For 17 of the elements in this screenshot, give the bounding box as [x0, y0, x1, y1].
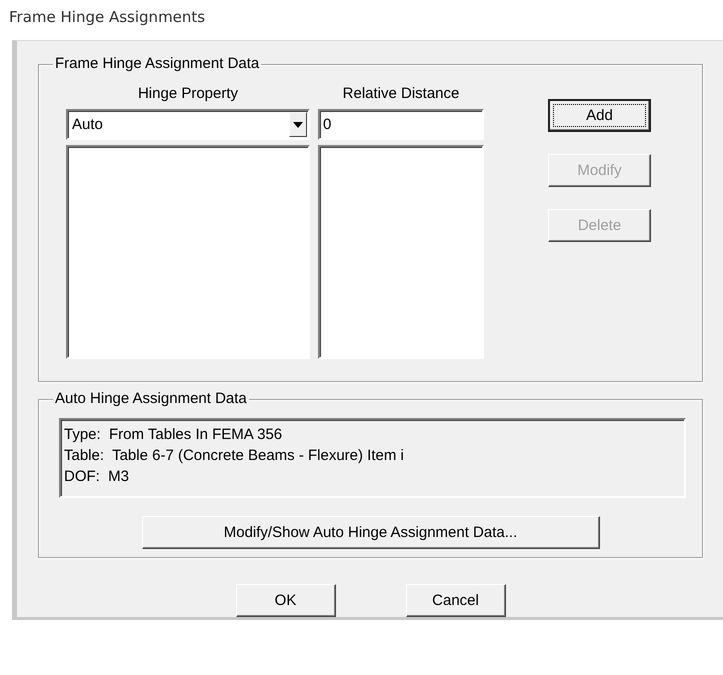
- info-line: Table: Table 6-7 (Concrete Beams - Flexure) Item i: [64, 446, 405, 466]
- dialog-button[interactable]: Cancel: [406, 584, 506, 618]
- group-title: Frame Hinge Assignment Data: [53, 55, 262, 73]
- column-header: Hinge Property: [136, 85, 240, 104]
- relative-distance-field[interactable]: 0: [318, 109, 484, 140]
- dropdown-arrow-icon: [293, 122, 303, 128]
- group-title: Auto Hinge Assignment Data: [53, 390, 249, 408]
- hinge-property-list[interactable]: [66, 145, 310, 359]
- dialog-button[interactable]: OK: [236, 584, 336, 618]
- column-header: Relative Distance: [342, 85, 460, 104]
- dialog-button[interactable]: Add: [548, 99, 651, 132]
- window-title: Frame Hinge Assignments: [8, 7, 206, 28]
- hinge-property-dropdown[interactable]: Auto: [66, 109, 310, 140]
- info-line: Type: From Tables In FEMA 356: [64, 424, 284, 445]
- modify-show-button[interactable]: Modify/Show Auto Hinge Assignment Data...: [142, 516, 600, 549]
- relative-distance-list[interactable]: [318, 145, 484, 359]
- info-line: DOF: M3: [64, 466, 130, 487]
